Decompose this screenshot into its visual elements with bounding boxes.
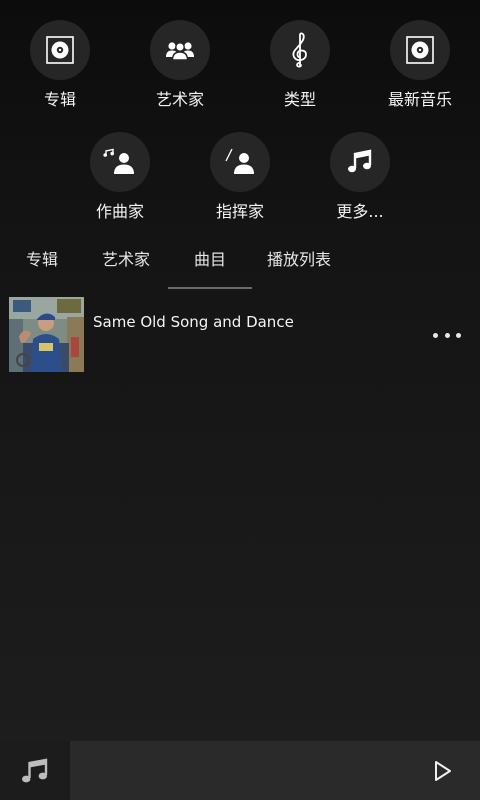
tab-tracks[interactable]: 曲目 bbox=[168, 240, 252, 282]
recent-album-icon bbox=[390, 20, 450, 80]
composer-icon bbox=[90, 132, 150, 192]
tab-artists[interactable]: 艺术家 bbox=[92, 240, 160, 282]
category-label: 艺术家 bbox=[155, 90, 204, 109]
category-more[interactable]: 更多... bbox=[300, 132, 420, 222]
dot bbox=[433, 332, 438, 338]
category-recent-music[interactable]: 最新音乐 bbox=[360, 20, 480, 110]
music-note-icon bbox=[330, 132, 390, 192]
category-artists[interactable]: 艺术家 bbox=[120, 20, 240, 110]
category-label: 专辑 bbox=[43, 90, 76, 109]
category-label: 最新音乐 bbox=[387, 90, 452, 109]
dot bbox=[456, 332, 461, 338]
music-library-screen: 专辑 艺术家 类型 最新音乐 作曲家 指挥家 更多... 专辑 艺术家 曲目 播… bbox=[0, 0, 480, 800]
category-conductors[interactable]: 指挥家 bbox=[180, 132, 300, 222]
music-note-icon bbox=[22, 758, 48, 782]
track-title: Same Old Song and Dance bbox=[93, 313, 294, 331]
category-label: 类型 bbox=[283, 90, 316, 109]
category-label: 更多... bbox=[336, 202, 384, 221]
now-playing-art[interactable] bbox=[0, 741, 70, 800]
track-list-item[interactable]: Same Old Song and Dance bbox=[0, 297, 480, 373]
tab-playlists[interactable]: 播放列表 bbox=[258, 240, 340, 282]
treble-clef-icon bbox=[270, 20, 330, 80]
now-playing-bar[interactable] bbox=[0, 741, 480, 800]
tab-albums[interactable]: 专辑 bbox=[12, 240, 72, 282]
tab-selected-indicator bbox=[168, 287, 252, 289]
category-albums[interactable]: 专辑 bbox=[0, 20, 120, 110]
more-options-icon[interactable] bbox=[430, 325, 464, 345]
category-label: 指挥家 bbox=[215, 202, 264, 221]
artists-icon bbox=[150, 20, 210, 80]
play-icon[interactable] bbox=[428, 759, 458, 783]
library-tabs: 专辑 艺术家 曲目 播放列表 bbox=[0, 240, 480, 290]
category-genres[interactable]: 类型 bbox=[240, 20, 360, 110]
album-icon bbox=[30, 20, 90, 80]
category-composers[interactable]: 作曲家 bbox=[60, 132, 180, 222]
album-art-thumbnail bbox=[9, 297, 84, 372]
category-label: 作曲家 bbox=[95, 202, 144, 221]
conductor-icon bbox=[210, 132, 270, 192]
dot bbox=[444, 332, 450, 338]
